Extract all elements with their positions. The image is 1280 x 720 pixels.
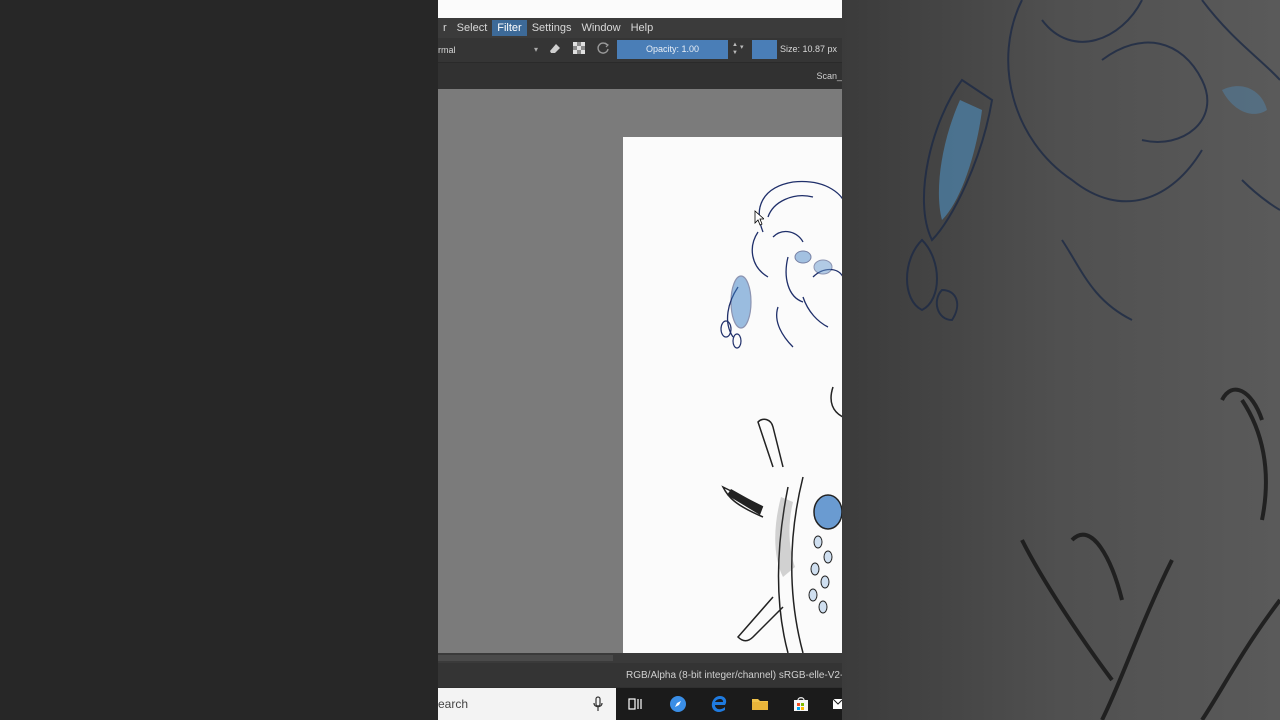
opacity-spinner[interactable]: ▲ ▼ — [731, 41, 739, 59]
canvas-area[interactable] — [438, 89, 842, 654]
krita-window: r Select Filter Settings Window Help rma… — [438, 0, 842, 720]
title-bar — [438, 0, 842, 18]
menu-item-settings[interactable]: Settings — [527, 20, 577, 36]
status-bar: RGB/Alpha (8-bit integer/channel) sRGB-e… — [438, 663, 842, 687]
color-space-status: RGB/Alpha (8-bit integer/channel) sRGB-e… — [626, 670, 842, 681]
tool-options-bar: rmal ▾ Opacity: 1.00 ▲ ▼ ▾ Size: 10.87 px — [438, 38, 842, 63]
task-view-icon[interactable] — [626, 694, 646, 714]
safari-browser-icon[interactable] — [668, 694, 688, 714]
size-label: Size: 10.87 px — [780, 44, 838, 54]
windows-taskbar: earch — [438, 688, 842, 720]
menu-item-help[interactable]: Help — [626, 20, 659, 36]
chevron-down-icon[interactable]: ▾ — [740, 43, 744, 51]
taskbar-search-box[interactable]: earch — [438, 688, 616, 720]
chevron-down-icon: ▾ — [533, 45, 538, 54]
edge-browser-icon[interactable] — [709, 694, 729, 714]
menu-item-select[interactable]: Select — [452, 20, 493, 36]
sketch-image — [720, 180, 842, 654]
opacity-label: Opacity: 1.00 — [645, 44, 700, 54]
drawing-paper[interactable] — [623, 137, 842, 654]
blend-mode-label: rmal — [438, 45, 456, 55]
zoomed-video-background — [842, 0, 1280, 720]
menu-item-layer[interactable]: r — [438, 20, 452, 36]
scrollbar-thumb[interactable] — [438, 655, 613, 661]
reload-preset-icon[interactable] — [594, 41, 612, 59]
size-slider[interactable] — [752, 40, 777, 59]
microphone-icon[interactable] — [592, 695, 604, 713]
mail-icon[interactable] — [832, 694, 842, 714]
menu-item-filter[interactable]: Filter — [492, 20, 527, 36]
mouse-cursor-icon — [754, 210, 764, 226]
menu-bar: r Select Filter Settings Window Help — [438, 18, 842, 38]
desktop-background-left — [0, 0, 438, 720]
search-placeholder: earch — [438, 697, 469, 711]
document-tab[interactable]: Scan_ — [816, 71, 842, 81]
zoomed-sketch-image — [906, 0, 1280, 720]
file-explorer-icon[interactable] — [750, 694, 770, 714]
eraser-icon[interactable] — [546, 41, 564, 59]
store-icon[interactable] — [791, 694, 811, 714]
horizontal-scrollbar[interactable] — [438, 653, 842, 663]
document-tab-row: Scan_ — [438, 63, 842, 89]
opacity-slider[interactable]: Opacity: 1.00 — [617, 40, 728, 59]
menu-item-window[interactable]: Window — [576, 20, 625, 36]
alpha-lock-icon[interactable] — [570, 41, 588, 59]
blend-mode-dropdown[interactable]: rmal ▾ — [438, 42, 538, 58]
